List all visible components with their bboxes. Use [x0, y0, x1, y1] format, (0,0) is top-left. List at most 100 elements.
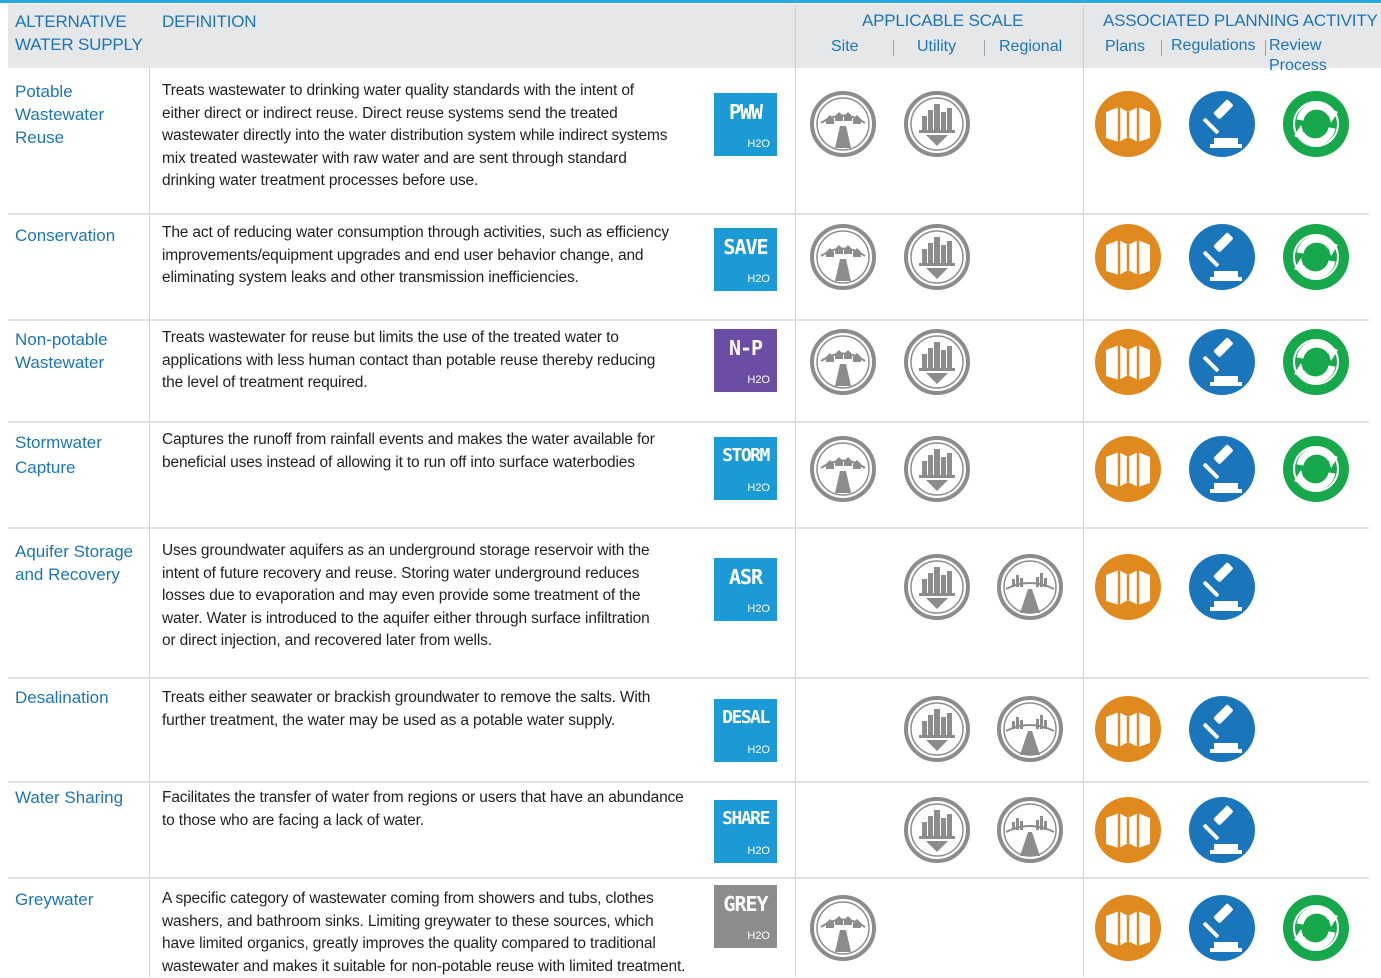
badge-h2o-label: H2O — [747, 138, 770, 150]
definition-line: The act of reducing water consumption th… — [162, 224, 669, 241]
h2o-badge: STORM H2O — [714, 437, 777, 500]
alternative-name-line: Desalination — [15, 688, 109, 707]
subheader-divider — [893, 40, 894, 56]
alternative-name: Potable Wastewater Reuse — [15, 80, 104, 149]
alternative-name-line: Capture — [15, 458, 76, 477]
badge-code: N-P — [728, 336, 763, 360]
utility-city-arrow-icon — [903, 90, 971, 158]
subheader-divider — [1161, 40, 1162, 56]
definition-line: wastewater directly into the water distr… — [162, 127, 668, 145]
badge-h2o-label: H2O — [747, 374, 770, 386]
recycle-arrows-icon — [1282, 223, 1350, 291]
site-neighborhood-icon — [809, 328, 877, 396]
alternative-name: Water Sharing — [15, 786, 123, 809]
row-separator — [8, 421, 1369, 423]
definition-line: A specific category of wastewater coming… — [162, 890, 654, 907]
badge-code: SHARE — [722, 808, 770, 829]
definition-line: Facilitates the transfer of water from r… — [162, 789, 684, 806]
regional-skyline-icon — [996, 695, 1064, 763]
alternative-name: Conservation — [15, 224, 115, 247]
definition-line: further treatment, the water may be used… — [162, 711, 616, 729]
row-separator — [8, 781, 1369, 783]
gavel-icon — [1188, 90, 1256, 158]
utility-city-arrow-icon — [903, 796, 971, 864]
definition-text: A specific category of wastewater coming… — [162, 888, 702, 978]
definition-text: The act of reducing water consumption th… — [162, 222, 702, 290]
h2o-badge: SHARE H2O — [714, 800, 777, 863]
badge-h2o-label: H2O — [747, 845, 770, 857]
subheader-plans: Plans — [1105, 38, 1146, 55]
header-alternative-water-supply: ALTERNATIVE WATER SUPPLY — [15, 10, 143, 56]
definition-line: beneficial uses instead of allowing it t… — [162, 453, 635, 471]
definition-line: improvements/equipment upgrades and end … — [162, 246, 644, 264]
badge-h2o-label: H2O — [747, 482, 770, 494]
utility-city-arrow-icon — [903, 328, 971, 396]
definition-text: Uses groundwater aquifers as an undergro… — [162, 540, 702, 653]
subheader-regulations: Regulations — [1171, 37, 1256, 54]
gavel-icon — [1188, 894, 1256, 962]
alternative-name: Stormwater Capture — [15, 430, 102, 480]
row-separator — [8, 677, 1369, 679]
header-applicable-scale: APPLICABLE SCALE — [862, 11, 1024, 30]
badge-h2o-label: H2O — [747, 930, 770, 942]
gavel-icon — [1188, 553, 1256, 621]
utility-city-arrow-icon — [903, 553, 971, 621]
definition-line: losses due to evaporation and may even p… — [162, 587, 641, 605]
utility-city-arrow-icon — [903, 435, 971, 503]
header-definition: DEFINITION — [162, 12, 257, 31]
definition-text: Treats wastewater to drinking water qual… — [162, 80, 702, 193]
subheader-regional: Regional — [999, 38, 1063, 55]
water-supply-table-page: ALTERNATIVE WATER SUPPLY DEFINITION APPL… — [0, 0, 1381, 977]
regional-skyline-icon — [996, 553, 1064, 621]
gavel-icon — [1188, 435, 1256, 503]
badge-h2o-label: H2O — [747, 603, 770, 615]
badge-code: ASR — [728, 565, 763, 589]
regional-skyline-icon — [996, 796, 1064, 864]
definition-line: mix treated wastewater with raw water an… — [162, 149, 627, 167]
badge-code: STORM — [722, 445, 770, 466]
subheader-site: Site — [831, 38, 859, 55]
map-icon — [1094, 553, 1162, 621]
h2o-badge: PWW H2O — [714, 93, 777, 156]
badge-code: PWW — [728, 100, 763, 124]
recycle-arrows-icon — [1282, 894, 1350, 962]
definition-line: washers, and bathroom sinks. Limiting gr… — [162, 912, 654, 930]
map-icon — [1094, 695, 1162, 763]
definition-text: Facilitates the transfer of water from r… — [162, 787, 702, 832]
definition-text: Treats wastewater for reuse but limits t… — [162, 327, 702, 395]
recycle-arrows-icon — [1282, 435, 1350, 503]
definition-line: water. Water is introduced to the aquife… — [162, 609, 650, 627]
alternative-name: Desalination — [15, 686, 109, 709]
gavel-icon — [1188, 328, 1256, 396]
badge-h2o-label: H2O — [747, 744, 770, 756]
map-icon — [1094, 894, 1162, 962]
row-separator — [8, 319, 1369, 321]
definition-line: wastewater and makes it suitable for non… — [162, 957, 686, 975]
site-neighborhood-icon — [809, 223, 877, 291]
map-icon — [1094, 435, 1162, 503]
gavel-icon — [1188, 796, 1256, 864]
recycle-arrows-icon — [1282, 328, 1350, 396]
subheader-review-process: Review Process — [1269, 37, 1327, 74]
subheader-divider — [1265, 40, 1266, 56]
definition-line: to those who are facing a lack of water. — [162, 811, 424, 829]
definition-line: either direct or indirect reuse. Direct … — [162, 104, 618, 122]
map-icon — [1094, 223, 1162, 291]
badge-code: GREY — [723, 892, 768, 916]
site-neighborhood-icon — [809, 435, 877, 503]
gavel-icon — [1188, 695, 1256, 763]
top-accent-line — [0, 0, 1381, 3]
h2o-badge: SAVE H2O — [714, 228, 777, 291]
site-neighborhood-icon — [809, 894, 877, 962]
alternative-name-line: Potable — [15, 82, 73, 101]
definition-line: intent of future recovery and reuse. Sto… — [162, 564, 640, 582]
definition-line: Treats wastewater to drinking water qual… — [162, 82, 634, 99]
definition-line: drinking water treatment processes befor… — [162, 172, 479, 190]
h2o-badge: ASR H2O — [714, 558, 777, 621]
badge-h2o-label: H2O — [747, 273, 770, 285]
subheader-divider — [984, 40, 985, 56]
h2o-badge: N-P H2O — [714, 329, 777, 392]
definition-line: the level of treatment required. — [162, 374, 368, 392]
header-associated-planning-activity: ASSOCIATED PLANNING ACTIVITY — [1103, 11, 1378, 30]
subheader-utility: Utility — [917, 38, 957, 55]
